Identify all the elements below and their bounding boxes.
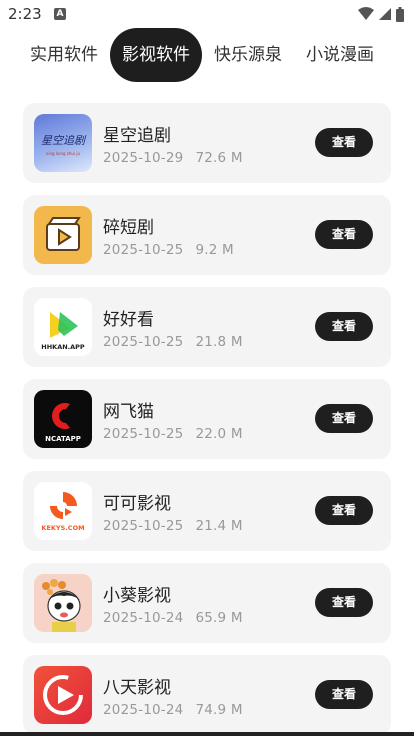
app-size: 65.9 M xyxy=(195,610,243,626)
app-icon-kekeyingshi: KEKYS.COM xyxy=(34,482,92,540)
svg-text:KEKYS.COM: KEKYS.COM xyxy=(41,524,84,532)
app-size: 9.2 M xyxy=(195,242,234,258)
notification-icon: A xyxy=(54,8,66,20)
wifi-icon xyxy=(358,7,374,20)
list-item[interactable]: 星空追剧 xing kong zhui ju 星空追剧 2025-10-29 72… xyxy=(23,103,391,183)
status-bar: 2:23 A xyxy=(0,0,414,28)
app-date: 2025-10-25 xyxy=(103,242,184,258)
app-date: 2025-10-25 xyxy=(103,426,184,442)
status-time: 2:23 xyxy=(8,5,42,23)
app-size: 21.4 M xyxy=(195,518,243,534)
app-meta: 2025-10-25 21.4 M xyxy=(103,518,243,534)
app-size: 22.0 M xyxy=(195,426,243,442)
app-meta: 2025-10-24 74.9 M xyxy=(103,702,243,718)
app-meta: 2025-10-29 72.6 M xyxy=(103,150,243,166)
list-item[interactable]: HHKAN.APP 好好看 2025-10-25 21.8 M 查看 xyxy=(23,287,391,367)
tab-utility-software[interactable]: 实用软件 xyxy=(24,28,104,82)
status-icons xyxy=(358,6,404,22)
app-icon-wangfeimao: NCATAPP xyxy=(34,390,92,448)
tab-video-software[interactable]: 影视软件 xyxy=(110,28,202,82)
app-name: 网飞猫 xyxy=(103,402,154,422)
app-date: 2025-10-24 xyxy=(103,610,184,626)
list-item[interactable]: KEKYS.COM 可可影视 2025-10-25 21.4 M 查看 xyxy=(23,471,391,551)
list-item[interactable]: 碎短剧 2025-10-25 9.2 M 查看 xyxy=(23,195,391,275)
app-size: 72.6 M xyxy=(195,150,243,166)
app-icon-suiduanju xyxy=(34,206,92,264)
bottom-edge xyxy=(0,732,414,736)
app-size: 21.8 M xyxy=(195,334,243,350)
svg-text:HHKAN.APP: HHKAN.APP xyxy=(41,343,85,351)
app-name: 好好看 xyxy=(103,310,154,330)
tab-novels-comics[interactable]: 小说漫画 xyxy=(300,28,380,82)
app-name: 可可影视 xyxy=(103,494,171,514)
view-button[interactable]: 查看 xyxy=(315,588,373,617)
app-icon-haohaokan: HHKAN.APP xyxy=(34,298,92,356)
app-meta: 2025-10-25 21.8 M xyxy=(103,334,243,350)
app-icon-xingkong: 星空追剧 xing kong zhui ju xyxy=(34,114,92,172)
app-name: 碎短剧 xyxy=(103,218,154,238)
app-date: 2025-10-24 xyxy=(103,702,184,718)
app-icon-batian xyxy=(34,666,92,724)
app-size: 74.9 M xyxy=(195,702,243,718)
category-tabs: 实用软件 影视软件 快乐源泉 小说漫画 xyxy=(0,28,414,82)
app-icon-xiaokui xyxy=(34,574,92,632)
view-button[interactable]: 查看 xyxy=(315,220,373,249)
list-item[interactable]: 八天影视 2025-10-24 74.9 M 查看 xyxy=(23,655,391,735)
app-date: 2025-10-25 xyxy=(103,334,184,350)
signal-icon xyxy=(379,8,391,20)
view-button[interactable]: 查看 xyxy=(315,128,373,157)
svg-text:xing kong zhui ju: xing kong zhui ju xyxy=(46,151,80,156)
list-item[interactable]: 小葵影视 2025-10-24 65.9 M 查看 xyxy=(23,563,391,643)
tab-happy-source[interactable]: 快乐源泉 xyxy=(208,28,288,82)
view-button[interactable]: 查看 xyxy=(315,312,373,341)
app-meta: 2025-10-24 65.9 M xyxy=(103,610,243,626)
app-name: 八天影视 xyxy=(103,678,171,698)
app-date: 2025-10-25 xyxy=(103,518,184,534)
app-meta: 2025-10-25 22.0 M xyxy=(103,426,243,442)
app-name: 小葵影视 xyxy=(103,586,171,606)
app-date: 2025-10-29 xyxy=(103,150,184,166)
battery-icon xyxy=(396,6,404,22)
svg-text:NCATAPP: NCATAPP xyxy=(45,435,81,443)
app-name: 星空追剧 xyxy=(103,126,171,146)
app-meta: 2025-10-25 9.2 M xyxy=(103,242,234,258)
list-item[interactable]: NCATAPP 网飞猫 2025-10-25 22.0 M 查看 xyxy=(23,379,391,459)
svg-text:星空追剧: 星空追剧 xyxy=(41,134,87,147)
view-button[interactable]: 查看 xyxy=(315,404,373,433)
view-button[interactable]: 查看 xyxy=(315,680,373,709)
view-button[interactable]: 查看 xyxy=(315,496,373,525)
